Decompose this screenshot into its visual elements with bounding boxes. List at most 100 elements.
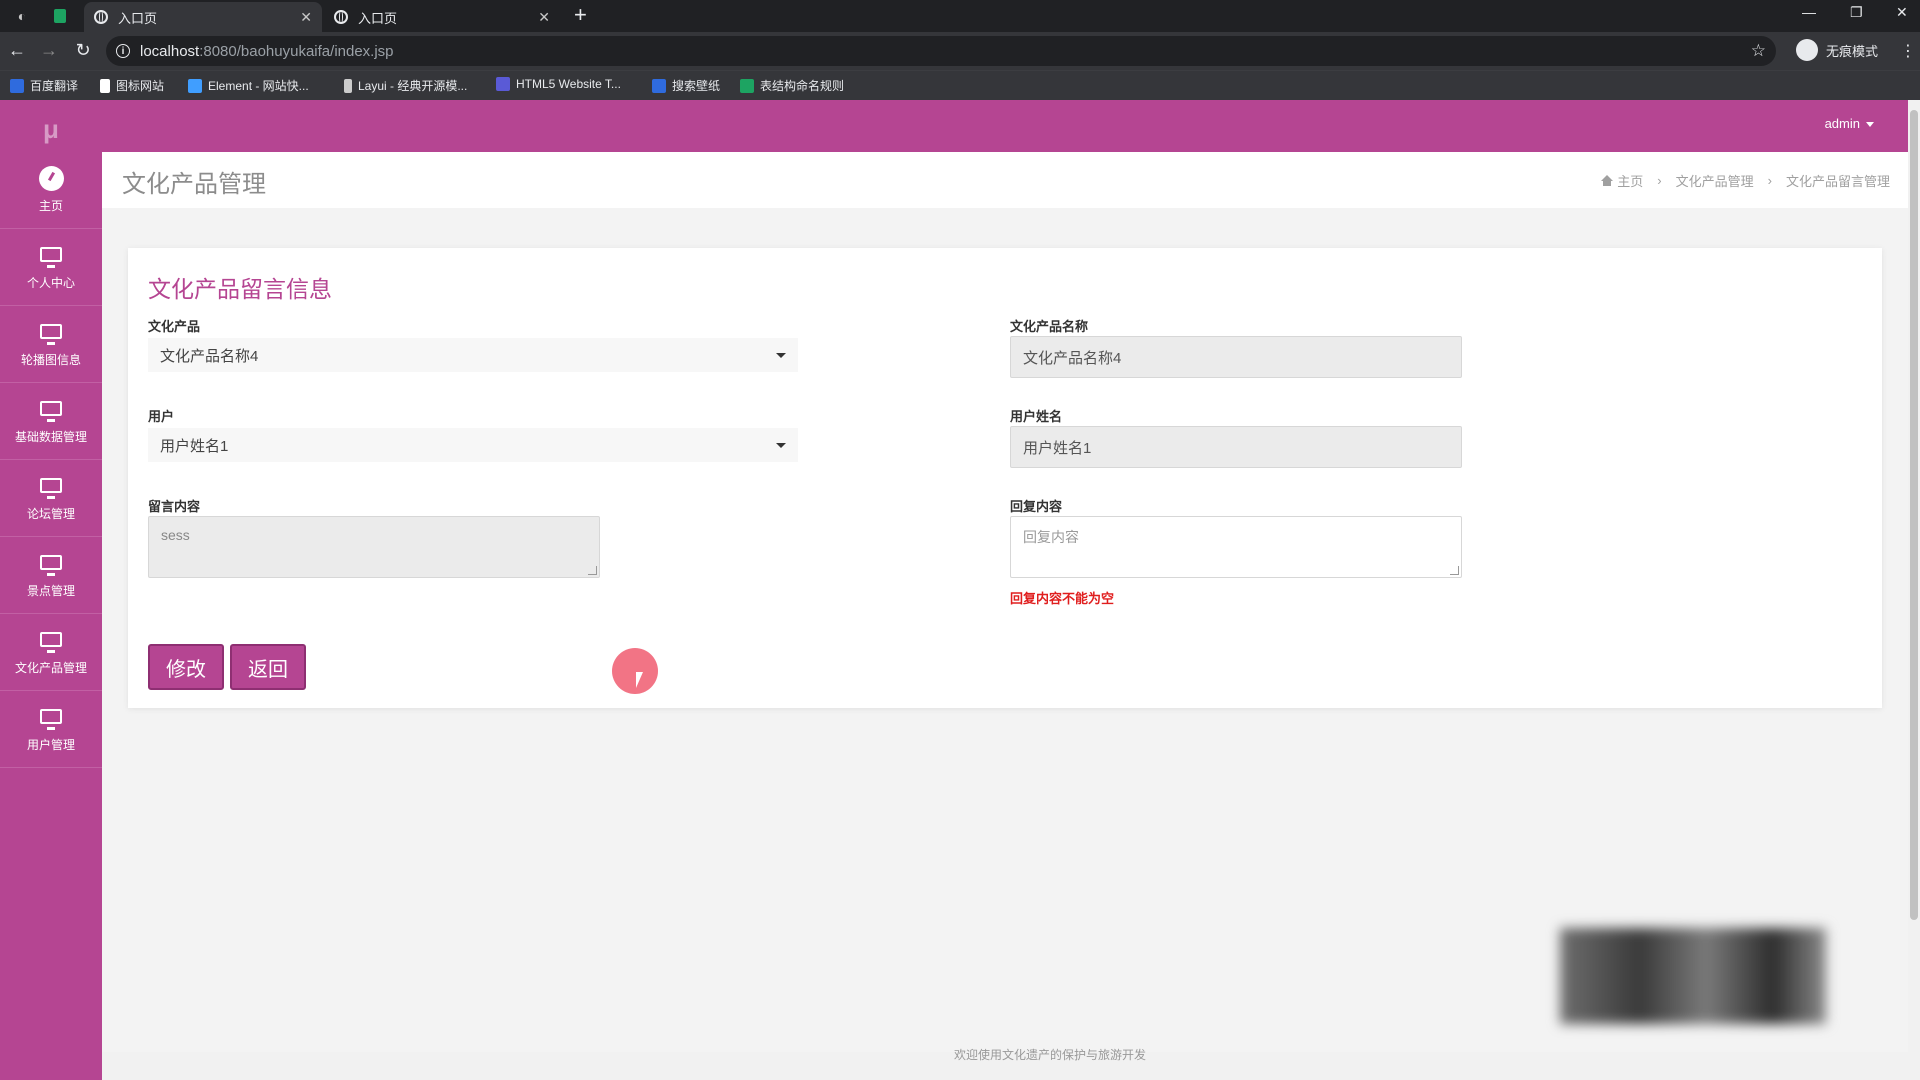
globe-icon: [94, 10, 108, 24]
monitor-icon: [40, 555, 62, 576]
sidebar-item-personal-center[interactable]: 个人中心: [0, 229, 102, 306]
blurred-watermark: [1560, 928, 1826, 1024]
product-name-label: 文化产品名称: [1010, 319, 1089, 334]
dashboard-icon: [39, 166, 64, 191]
sidebar-item-users[interactable]: 用户管理: [0, 691, 102, 768]
scrollbar-thumb[interactable]: [1910, 110, 1918, 920]
reply-label: 回复内容: [1010, 499, 1063, 514]
bookmark-item[interactable]: 表结构命名规则: [740, 77, 844, 94]
user-menu[interactable]: admin: [1825, 116, 1874, 131]
product-name-field: 文化产品名称4: [1010, 336, 1462, 378]
tab-title: 入口页: [358, 10, 398, 26]
restore-icon[interactable]: ❐: [1850, 4, 1863, 21]
message-label: 留言内容: [148, 499, 201, 514]
sidebar-item-label: 论坛管理: [26, 507, 75, 521]
bookmark-item[interactable]: 百度翻译: [10, 77, 78, 94]
forward-arrow-icon[interactable]: →: [38, 40, 60, 61]
bookmark-icon: [496, 77, 510, 91]
user-select-value: 用户姓名1: [160, 437, 229, 455]
breadcrumb-separator: ›: [1657, 173, 1662, 188]
breadcrumb-separator: ›: [1767, 173, 1772, 188]
back-arrow-icon[interactable]: ←: [6, 40, 28, 61]
close-icon[interactable]: ✕: [300, 9, 312, 26]
submit-button[interactable]: 修改: [148, 644, 224, 690]
page-header: 文化产品管理 主页 › 文化产品管理 › 文化产品留言管理: [102, 152, 1910, 208]
bookmark-icon: [652, 78, 666, 93]
new-tab-button[interactable]: +: [574, 4, 587, 26]
user-name-label: 用户姓名: [1010, 409, 1063, 424]
sidebar-item-label: 主页: [38, 199, 63, 213]
sidebar-item-label: 文化产品管理: [14, 661, 87, 675]
sidebar-item-home[interactable]: 主页: [0, 152, 102, 229]
url-path: :8080/baohuyukaifa/index.jsp: [199, 42, 394, 60]
browser-menu-icon[interactable]: ◐: [12, 6, 32, 26]
sidebar-item-basic-data[interactable]: 基础数据管理: [0, 383, 102, 460]
address-bar[interactable]: i localhost:8080/baohuyukaifa/index.jsp …: [106, 36, 1776, 66]
minimize-icon[interactable]: —: [1802, 4, 1816, 20]
bookmark-item[interactable]: HTML5 Website T...: [496, 77, 621, 91]
message-form-card: 文化产品留言信息 文化产品 文化产品名称4 文化产品名称 文化产品名称4 用户 …: [128, 248, 1882, 708]
sidebar-item-carousel[interactable]: 轮播图信息: [0, 306, 102, 383]
home-icon: [1601, 174, 1614, 186]
info-icon[interactable]: i: [116, 44, 130, 58]
monitor-icon: [40, 632, 62, 653]
product-select-value: 文化产品名称4: [160, 347, 259, 365]
sheets-app-icon[interactable]: [50, 6, 70, 26]
monitor-icon: [40, 709, 62, 730]
monitor-icon: [40, 247, 62, 268]
bookmark-icon: [344, 78, 352, 93]
product-label: 文化产品: [148, 319, 201, 334]
breadcrumb-current: 文化产品留言管理: [1785, 174, 1890, 189]
bookmark-item[interactable]: Layui - 经典开源模...: [344, 77, 467, 94]
message-textarea: sess: [148, 516, 600, 578]
monitor-icon: [40, 401, 62, 422]
user-select[interactable]: 用户姓名1: [148, 428, 798, 462]
browser-tab-1[interactable]: 入口页 ✕: [84, 2, 322, 32]
bookmarks-bar: 百度翻译 图标网站 Element - 网站快... Layui - 经典开源模…: [0, 70, 1920, 100]
kebab-menu-icon[interactable]: ⋮: [1900, 41, 1916, 61]
product-select[interactable]: 文化产品名称4: [148, 338, 798, 372]
main-content: 文化产品管理 主页 › 文化产品管理 › 文化产品留言管理 文化产品留言信息 文…: [102, 152, 1910, 1052]
close-icon[interactable]: ✕: [538, 9, 550, 26]
click-indicator: [612, 648, 658, 694]
browser-toolbar: ← → ↻ i localhost:8080/baohuyukaifa/inde…: [0, 32, 1920, 70]
resize-grip-icon[interactable]: [588, 566, 597, 575]
sidebar-item-label: 用户管理: [26, 738, 75, 752]
reload-icon[interactable]: ↻: [72, 40, 94, 61]
bookmark-item[interactable]: 搜索壁纸: [652, 77, 720, 94]
sidebar-item-label: 轮播图信息: [20, 353, 81, 367]
resize-grip-icon[interactable]: [1450, 566, 1459, 575]
reply-textarea[interactable]: 回复内容: [1010, 516, 1462, 578]
sidebar-item-label: 景点管理: [26, 584, 75, 598]
sidebar: μ 主页 个人中心 轮播图信息 基础数据管理 论坛管理 景点管理 文化产品管理: [0, 100, 102, 1080]
sidebar-item-cultural-products[interactable]: 文化产品管理: [0, 614, 102, 691]
monitor-icon: [40, 478, 62, 499]
bookmark-icon: [10, 78, 24, 93]
bookmark-item[interactable]: Element - 网站快...: [188, 77, 309, 94]
bookmark-star-icon[interactable]: ☆: [1751, 41, 1766, 61]
browser-tabstrip: ◐ 入口页 ✕ 入口页 ✕ + — ❐ ✕: [0, 0, 1920, 32]
breadcrumb: 主页 › 文化产品管理 › 文化产品留言管理: [1601, 171, 1890, 190]
incognito-icon: [1796, 39, 1818, 61]
breadcrumb-home[interactable]: 主页: [1617, 171, 1643, 190]
footer-text: 欢迎使用文化遗产的保护与旅游开发: [954, 1048, 1147, 1062]
flag-icon: [100, 78, 110, 93]
back-button[interactable]: 返回: [230, 644, 306, 690]
browser-tab-2[interactable]: 入口页 ✕: [324, 2, 560, 32]
bookmark-icon: [740, 78, 754, 93]
page-title: 文化产品管理: [122, 171, 266, 198]
tab-title: 入口页: [118, 10, 158, 26]
globe-icon: [334, 10, 348, 24]
bookmark-icon: [188, 78, 202, 93]
window-close-icon[interactable]: ✕: [1896, 4, 1908, 21]
url-host: localhost: [140, 42, 200, 60]
user-name-field: 用户姓名1: [1010, 426, 1462, 468]
bookmark-item[interactable]: 图标网站: [100, 77, 164, 94]
incognito-indicator[interactable]: 无痕模式: [1796, 39, 1878, 61]
sidebar-item-forum[interactable]: 论坛管理: [0, 460, 102, 537]
sidebar-item-label: 基础数据管理: [14, 430, 87, 444]
reply-error-message: 回复内容不能为空: [1010, 591, 1115, 606]
sidebar-item-scenic[interactable]: 景点管理: [0, 537, 102, 614]
breadcrumb-section[interactable]: 文化产品管理: [1676, 171, 1754, 190]
monitor-icon: [40, 324, 62, 345]
